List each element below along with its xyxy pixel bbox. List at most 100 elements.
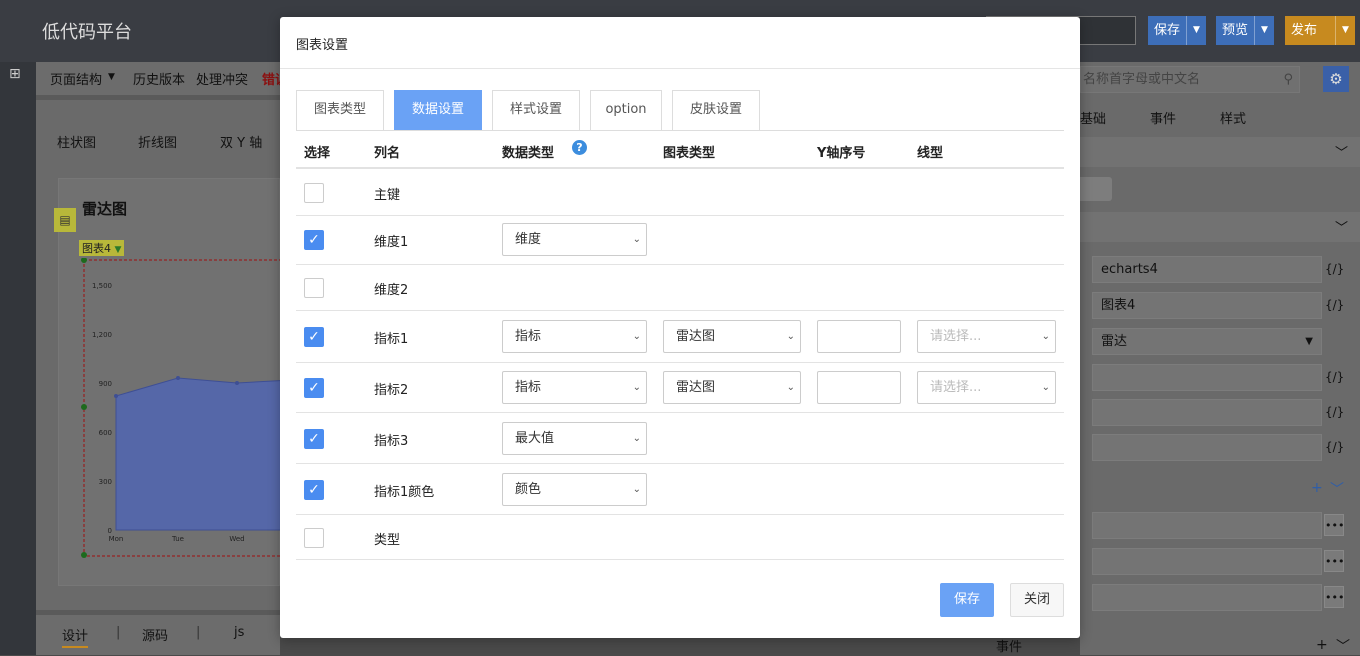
section-header[interactable]: ﹀ bbox=[1080, 212, 1360, 242]
add-icon[interactable]: + bbox=[1311, 480, 1323, 496]
property-field-type[interactable]: 雷达 ▼ bbox=[1092, 328, 1322, 355]
tab-bar-chart[interactable]: 柱状图 bbox=[57, 132, 96, 151]
more-icon[interactable]: ••• bbox=[1324, 514, 1344, 536]
row-checkbox[interactable] bbox=[304, 528, 324, 548]
preview-button-top[interactable]: 预览 ▼ bbox=[1216, 16, 1274, 45]
tab-dual-y[interactable]: 双 Y 轴 bbox=[220, 132, 262, 151]
y-tick-label: 1,200 bbox=[92, 331, 112, 339]
property-field-id[interactable]: echarts4 bbox=[1092, 256, 1322, 283]
close-button[interactable]: 关闭 bbox=[1010, 583, 1064, 617]
data-type-select-value: 颜色 bbox=[515, 482, 542, 497]
section-header[interactable]: ﹀ bbox=[1080, 137, 1360, 167]
tab-chart-type[interactable]: 图表类型 bbox=[296, 90, 384, 130]
property-field-name[interactable]: 图表4 bbox=[1092, 292, 1322, 319]
chart-title: 雷达图 bbox=[82, 200, 128, 218]
event-section-label: 事件 bbox=[996, 640, 1023, 655]
row-checkbox[interactable]: ✓ bbox=[304, 429, 324, 449]
data-type-select[interactable]: 颜色 ⌄ bbox=[502, 473, 647, 506]
publish-button-top[interactable]: 发布 ▼ bbox=[1285, 16, 1355, 45]
chevron-down-icon[interactable]: ▼ bbox=[108, 72, 115, 82]
property-field[interactable] bbox=[1092, 584, 1322, 611]
row-checkbox[interactable]: ✓ bbox=[304, 230, 324, 250]
col-chart-type: 图表类型 bbox=[663, 146, 716, 161]
chevron-down-icon[interactable]: ﹀ bbox=[1335, 142, 1348, 161]
col-name: 列名 bbox=[374, 146, 401, 161]
chevron-down-icon[interactable]: ▼ bbox=[1335, 16, 1355, 45]
preview-label: 预览 bbox=[1222, 23, 1249, 38]
row-checkbox[interactable]: ✓ bbox=[304, 480, 324, 500]
chevron-down-icon[interactable]: ﹀ bbox=[1330, 479, 1344, 499]
chart-type-select[interactable]: 雷达图 ⌄ bbox=[663, 371, 801, 404]
data-type-select[interactable]: 指标 ⌄ bbox=[502, 371, 647, 404]
property-field[interactable] bbox=[1092, 364, 1322, 391]
page-structure-menu[interactable]: 页面结构 bbox=[50, 69, 102, 88]
component-icon[interactable]: ▤ bbox=[54, 208, 76, 232]
conflicts-menu[interactable]: 处理冲突 bbox=[196, 69, 248, 88]
expression-icon[interactable]: {/} bbox=[1325, 370, 1344, 384]
tab-design[interactable]: 设计 bbox=[62, 625, 89, 648]
component-search-input[interactable]: 名称首字母或中文名 ⚲ bbox=[1080, 66, 1300, 93]
tab-source[interactable]: 源码 bbox=[142, 625, 168, 644]
grid-icon[interactable]: ⊞ bbox=[9, 66, 21, 82]
property-field[interactable] bbox=[1092, 512, 1322, 539]
resize-handle[interactable] bbox=[81, 258, 87, 263]
row-checkbox[interactable]: ✓ bbox=[304, 378, 324, 398]
caret-down-icon: ▼ bbox=[114, 245, 122, 255]
more-icon[interactable]: ••• bbox=[1324, 586, 1344, 608]
save-button[interactable]: 保存 bbox=[940, 583, 994, 617]
save-button-top[interactable]: 保存 ▼ bbox=[1148, 16, 1206, 45]
data-type-select[interactable]: 指标 ⌄ bbox=[502, 320, 647, 353]
gear-icon[interactable]: ⚙ bbox=[1323, 66, 1349, 92]
expression-icon[interactable]: {/} bbox=[1325, 405, 1344, 419]
event-section[interactable]: 事件 bbox=[996, 636, 1022, 655]
property-field[interactable] bbox=[1092, 434, 1322, 461]
chevron-down-icon: ⌄ bbox=[632, 433, 641, 444]
property-field[interactable] bbox=[1092, 399, 1322, 426]
tab-option[interactable]: option bbox=[590, 90, 662, 130]
tab-data-settings[interactable]: 数据设置 bbox=[394, 90, 482, 130]
save-label: 保存 bbox=[1154, 23, 1181, 38]
tab-skin-settings[interactable]: 皮肤设置 bbox=[672, 90, 760, 130]
tab-line-chart[interactable]: 折线图 bbox=[138, 132, 177, 151]
help-icon[interactable]: ? bbox=[572, 140, 587, 155]
caret-down-icon: ▼ bbox=[1305, 336, 1313, 347]
row-checkbox[interactable] bbox=[304, 183, 324, 203]
search-icon[interactable]: ⚲ bbox=[1283, 67, 1293, 92]
area-chart-preview[interactable]: 1,500 1,200 900 600 300 0Mon Tue Wed bbox=[80, 258, 280, 558]
tab-basic[interactable]: 基础 bbox=[1080, 108, 1106, 127]
line-type-select[interactable]: 请选择... ⌄ bbox=[917, 320, 1056, 353]
error-menu[interactable]: 错误 bbox=[262, 69, 280, 88]
chart-label[interactable]: 图表4 ▼ bbox=[79, 240, 125, 256]
tab-js[interactable]: js bbox=[234, 625, 244, 640]
y-axis-input[interactable] bbox=[817, 371, 901, 404]
expression-icon[interactable]: {/} bbox=[1325, 440, 1344, 454]
chart-type-select[interactable]: 雷达图 ⌄ bbox=[663, 320, 801, 353]
chevron-down-icon[interactable]: ﹀ bbox=[1335, 217, 1348, 236]
tab-style-settings[interactable]: 样式设置 bbox=[492, 90, 580, 130]
chevron-down-icon[interactable]: ▼ bbox=[1254, 16, 1274, 45]
column-name: 指标3 bbox=[374, 434, 409, 449]
resize-handle[interactable] bbox=[81, 552, 87, 558]
property-field[interactable] bbox=[1092, 548, 1322, 575]
table-header: 选择 列名 数据类型 ? 图表类型 Y轴序号 线型 bbox=[296, 131, 1064, 169]
expression-icon[interactable]: {/} bbox=[1325, 262, 1344, 276]
chevron-down-icon[interactable]: ﹀ bbox=[1336, 636, 1350, 656]
row-checkbox[interactable] bbox=[304, 278, 324, 298]
line-type-select[interactable]: 请选择... ⌄ bbox=[917, 371, 1056, 404]
add-icon[interactable]: + bbox=[1316, 637, 1328, 653]
tab-style[interactable]: 样式 bbox=[1220, 108, 1246, 127]
resize-handle[interactable] bbox=[81, 404, 87, 410]
y-axis-input[interactable] bbox=[817, 320, 901, 353]
area-series bbox=[115, 377, 280, 531]
history-menu[interactable]: 历史版本 bbox=[133, 69, 185, 88]
expression-icon[interactable]: {/} bbox=[1325, 298, 1344, 312]
search-placeholder: 名称首字母或中文名 bbox=[1083, 72, 1201, 87]
data-type-select[interactable]: 维度 ⌄ bbox=[502, 223, 647, 256]
table-row: ✓ 维度1 维度 ⌄ bbox=[296, 214, 1064, 265]
left-rail bbox=[0, 62, 36, 655]
more-icon[interactable]: ••• bbox=[1324, 550, 1344, 572]
data-type-select[interactable]: 最大值 ⌄ bbox=[502, 422, 647, 455]
row-checkbox[interactable]: ✓ bbox=[304, 327, 324, 347]
tab-events[interactable]: 事件 bbox=[1150, 108, 1176, 127]
chevron-down-icon[interactable]: ▼ bbox=[1186, 16, 1206, 45]
